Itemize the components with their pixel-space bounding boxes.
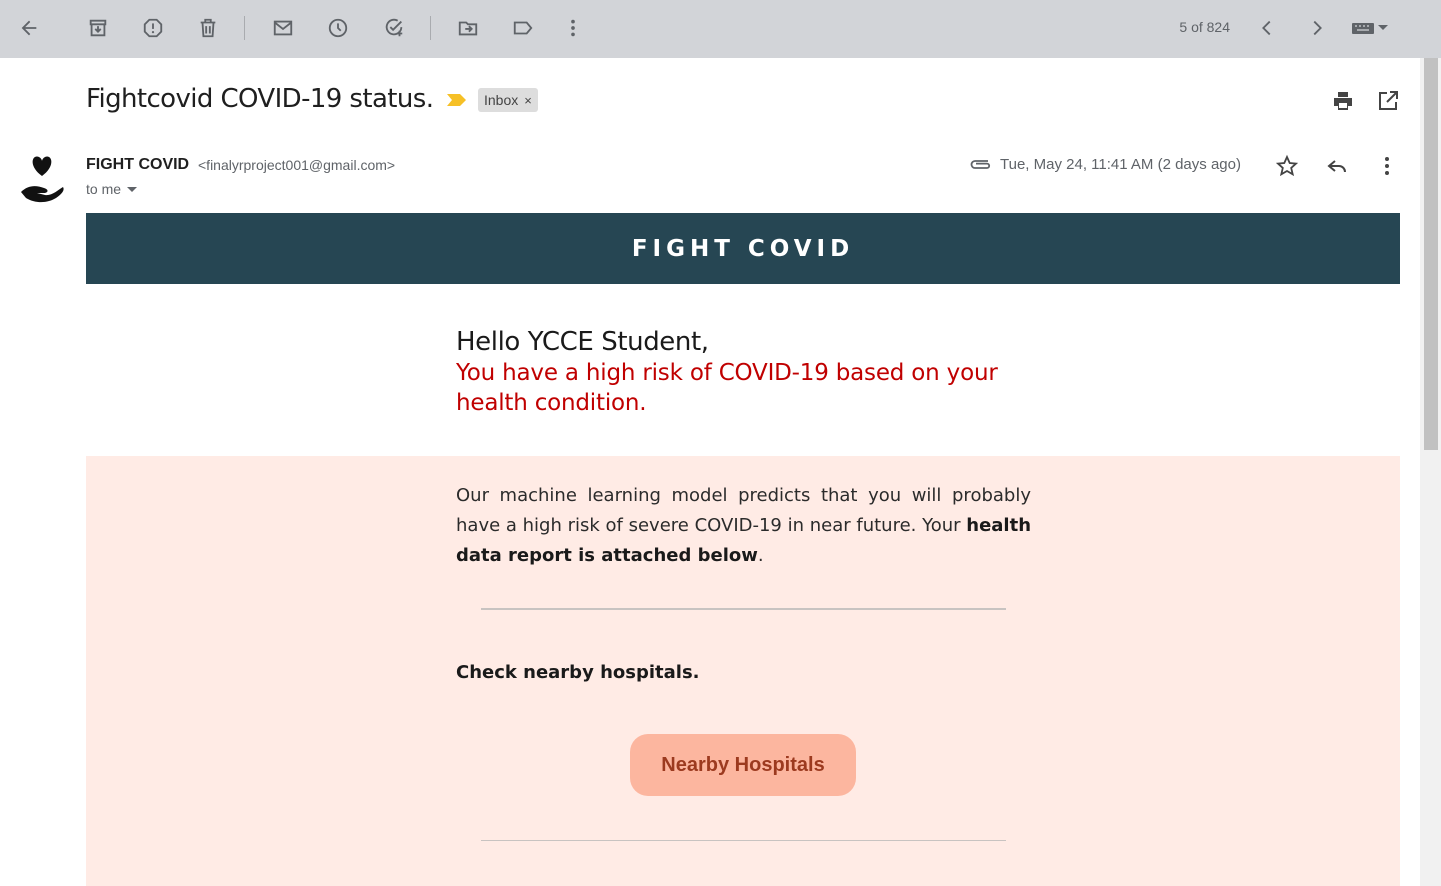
greeting-heading: Hello YCCE Student, — [456, 327, 709, 357]
more-vert-icon[interactable] — [559, 14, 587, 42]
chevron-right-icon[interactable] — [1303, 14, 1331, 42]
star-icon[interactable] — [1273, 152, 1301, 180]
inbox-label-text: Inbox — [484, 92, 519, 108]
back-arrow-icon[interactable] — [15, 14, 43, 42]
risk-message: You have a high risk of COVID-19 based o… — [456, 360, 998, 416]
greeting-block: Hello YCCE Student, You have a high risk… — [456, 326, 1036, 418]
inbox-label-chip: Inbox × — [478, 88, 538, 112]
keyboard-icon[interactable] — [1348, 14, 1394, 42]
move-to-icon[interactable] — [454, 14, 482, 42]
open-in-new-window-icon[interactable] — [1375, 88, 1401, 114]
archive-icon[interactable] — [84, 14, 112, 42]
banner-title: FIGHT COVID — [631, 235, 855, 262]
chevron-left-icon[interactable] — [1253, 14, 1281, 42]
pagination-count: 5 of 824 — [1179, 19, 1230, 35]
paragraph-text: Our machine learning model predicts that… — [456, 485, 1031, 536]
toolbar-divider — [244, 16, 245, 40]
email-banner: FIGHT COVID — [86, 213, 1400, 284]
reply-icon[interactable] — [1323, 152, 1351, 180]
delete-icon[interactable] — [194, 14, 222, 42]
report-spam-icon[interactable] — [139, 14, 167, 42]
attachment-icon — [968, 155, 992, 173]
prediction-paragraph: Our machine learning model predicts that… — [456, 481, 1031, 571]
add-task-icon[interactable] — [380, 14, 408, 42]
caret-down-icon — [127, 186, 138, 192]
sender-avatar — [18, 152, 66, 204]
remove-label-button[interactable]: × — [524, 93, 532, 108]
email-subject: Fightcovid COVID-19 status. — [86, 84, 434, 114]
divider — [481, 840, 1006, 841]
mark-unread-icon[interactable] — [269, 14, 297, 42]
toolbar-divider — [430, 16, 431, 40]
label-icon[interactable] — [509, 14, 537, 42]
sender-email: <finalyrproject001@gmail.com> — [198, 157, 396, 173]
divider — [481, 608, 1006, 610]
sender-name[interactable]: FIGHT COVID — [86, 156, 189, 174]
snooze-icon[interactable] — [324, 14, 352, 42]
paragraph-end: . — [757, 545, 764, 566]
important-marker-icon[interactable] — [446, 92, 468, 108]
print-icon[interactable] — [1330, 88, 1356, 114]
email-toolbar: 5 of 824 — [0, 0, 1441, 58]
recipient-details-toggle[interactable]: to me — [86, 181, 138, 197]
scrollbar-thumb[interactable] — [1424, 58, 1438, 450]
recipient-text: to me — [86, 181, 122, 197]
email-date: Tue, May 24, 11:41 AM (2 days ago) — [1000, 156, 1241, 173]
check-hospitals-text: Check nearby hospitals. — [456, 662, 700, 683]
nearby-hospitals-button[interactable]: Nearby Hospitals — [630, 734, 856, 796]
more-options-icon[interactable] — [1373, 152, 1401, 180]
